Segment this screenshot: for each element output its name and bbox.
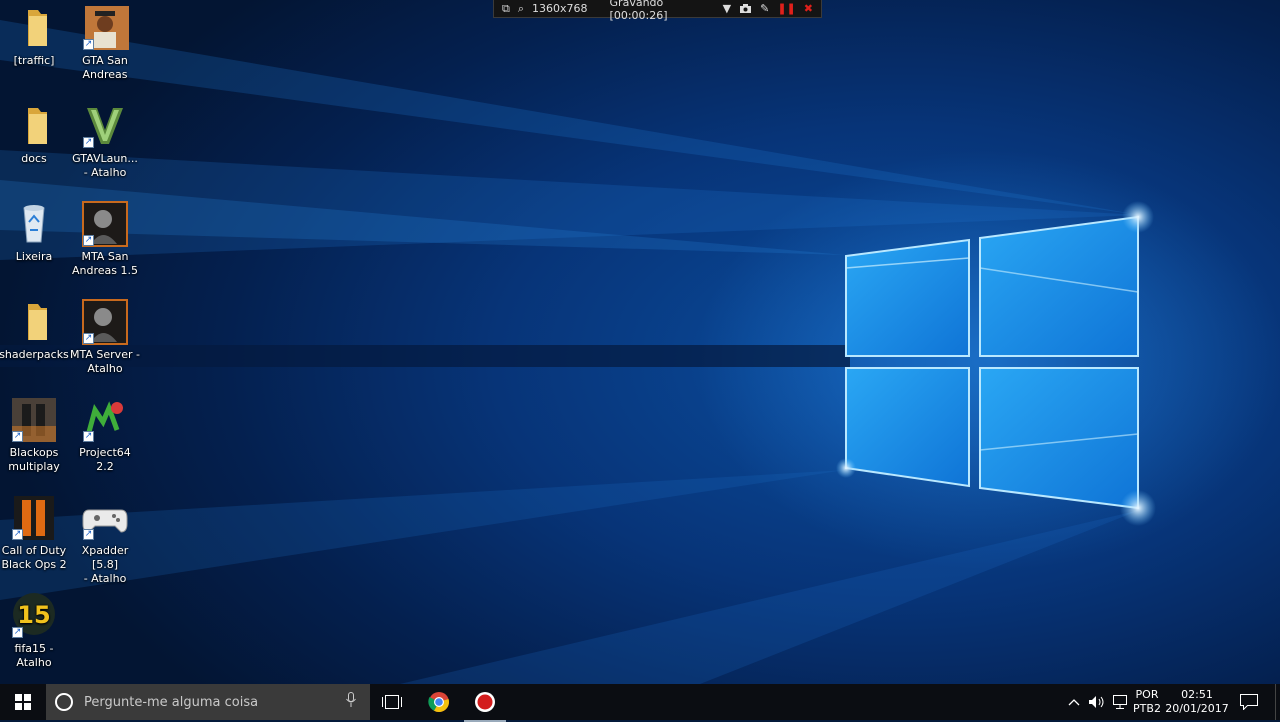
shortcut-arrow-icon: ↗ xyxy=(12,627,23,638)
notification-icon xyxy=(1240,694,1258,710)
icon-label: Lixeira xyxy=(15,250,53,263)
shortcut-arrow-icon: ↗ xyxy=(12,529,23,540)
task-view-icon xyxy=(382,695,402,709)
shortcut-arrow-icon: ↗ xyxy=(83,529,94,540)
icon-label: Andreas 1.5 xyxy=(72,264,138,277)
icon-label: MTA San xyxy=(81,250,129,263)
chrome-taskbar-button[interactable] xyxy=(418,684,460,720)
desktop-icon-traffic[interactable]: [traffic] xyxy=(0,4,70,68)
desktop-icon-project64[interactable]: ↗ Project64 2.2 xyxy=(69,396,141,474)
icon-label: GTAVLaun... xyxy=(72,152,138,165)
icon-label: Atalho xyxy=(16,656,52,669)
black-ops-icon: ↗ xyxy=(10,396,58,444)
pencil-icon[interactable]: ✎ xyxy=(760,2,769,16)
window-mode-icon[interactable]: ⧉ xyxy=(502,2,510,16)
icon-label: Black Ops 2 xyxy=(1,558,67,571)
desktop-icon-lixeira[interactable]: Lixeira xyxy=(0,200,70,264)
icon-label: Andreas xyxy=(82,68,128,81)
clock-date: 20/01/2017 xyxy=(1165,702,1229,715)
recording-status: Gravando [00:00:26] xyxy=(609,0,668,22)
volume-icon[interactable] xyxy=(1086,684,1108,720)
shortcut-arrow-icon: ↗ xyxy=(83,431,94,442)
microphone-icon[interactable] xyxy=(346,692,356,712)
fifa-badge-text: 15 xyxy=(17,601,50,629)
gta-san-andreas-icon: ↗ xyxy=(81,4,129,52)
desktop-icon-xpadder[interactable]: ↗ Xpadder [5.8] - Atalho xyxy=(69,494,141,586)
desktop-icon-shaderpacks[interactable]: shaderpacks xyxy=(0,298,70,362)
desktop-icon-gta-san-andreas[interactable]: ↗ GTA San Andreas xyxy=(69,4,141,82)
black-ops-2-icon: ↗ xyxy=(10,494,58,542)
language-code: POR xyxy=(1135,688,1159,701)
shortcut-arrow-icon: ↗ xyxy=(83,333,94,344)
desktop-icon-fifa15[interactable]: 15 ↗ fifa15 - Atalho xyxy=(0,592,70,670)
windows-logo-icon xyxy=(15,694,31,710)
input-language-indicator[interactable]: POR PTB2 xyxy=(1132,684,1162,720)
camera-icon[interactable] xyxy=(739,2,752,16)
folder-icon xyxy=(10,298,58,346)
search-placeholder: Pergunte-me alguma coisa xyxy=(84,694,259,710)
icon-label: MTA Server - xyxy=(70,348,140,361)
project64-icon: ↗ xyxy=(81,396,129,444)
clock-time: 02:51 xyxy=(1181,688,1213,701)
icon-label: Atalho xyxy=(87,362,123,375)
show-hidden-icons-chevron-icon[interactable] xyxy=(1064,684,1084,720)
desktop-icon-mta-server[interactable]: ↗ MTA Server - Atalho xyxy=(69,298,141,376)
taskbar: Pergunte-me alguma coisa POR PTB2 02:51 … xyxy=(0,684,1280,722)
cortana-search-box[interactable]: Pergunte-me alguma coisa xyxy=(46,684,370,720)
recorder-resolution: 1360x768 xyxy=(532,2,588,15)
icon-label: Project64 2.2 xyxy=(79,446,131,473)
desktop-icon-mta-san-andreas[interactable]: ↗ MTA San Andreas 1.5 xyxy=(69,200,141,278)
recorder-toolbar: ⧉ ⌕ 1360x768 Gravando [00:00:26] ▼ ✎ ❚❚ … xyxy=(493,0,822,22)
icon-label: docs xyxy=(21,152,47,165)
recycle-bin-icon xyxy=(10,200,58,248)
recorder-taskbar-button[interactable] xyxy=(464,684,506,722)
desktop-icon-docs[interactable]: docs xyxy=(0,102,70,166)
desktop-icon-gtav-launcher[interactable]: ↗ GTAVLaun... - Atalho xyxy=(69,102,141,180)
zoom-icon[interactable]: ⌕ xyxy=(518,2,524,16)
dropdown-arrow-icon[interactable]: ▼ xyxy=(723,2,731,16)
chrome-icon xyxy=(428,692,449,713)
gamepad-icon: ↗ xyxy=(81,494,129,542)
desktop-icon-call-of-duty-bo2[interactable]: ↗ Call of Duty Black Ops 2 xyxy=(0,494,70,572)
desktop-icon-blackops-multiplay[interactable]: ↗ Blackops multiplay xyxy=(0,396,70,474)
shortcut-arrow-icon: ↗ xyxy=(83,137,94,148)
shortcut-arrow-icon: ↗ xyxy=(12,431,23,442)
desktop: [traffic] ↗ GTA San Andreas docs ↗ GTAVL… xyxy=(0,0,1280,684)
task-view-button[interactable] xyxy=(372,684,412,720)
shortcut-arrow-icon: ↗ xyxy=(83,235,94,246)
icon-label: shaderpacks xyxy=(0,348,69,361)
icon-label: - Atalho xyxy=(83,572,127,585)
icon-label: GTA San xyxy=(82,54,128,67)
icon-label: multiplay xyxy=(8,460,60,473)
folder-icon xyxy=(10,4,58,52)
keyboard-layout: PTB2 xyxy=(1133,702,1161,715)
action-center-button[interactable] xyxy=(1234,684,1264,720)
icon-label: [traffic] xyxy=(13,54,55,67)
icon-label: Call of Duty xyxy=(1,544,67,557)
folder-icon xyxy=(10,102,58,150)
windows-logo-wallpaper xyxy=(0,20,1156,684)
pause-icon[interactable]: ❚❚ xyxy=(777,2,795,16)
icon-label: fifa15 - xyxy=(14,642,54,655)
icon-label: Blackops xyxy=(9,446,59,459)
fifa15-icon: 15 ↗ xyxy=(10,592,58,640)
icon-label: Xpadder [5.8] xyxy=(81,544,129,571)
icon-label: - Atalho xyxy=(83,166,127,179)
mta-icon: ↗ xyxy=(81,298,129,346)
mta-icon: ↗ xyxy=(81,200,129,248)
cortana-circle-icon xyxy=(55,693,73,711)
stop-icon[interactable]: ✖ xyxy=(804,2,813,16)
clock[interactable]: 02:51 20/01/2017 xyxy=(1165,684,1229,720)
start-button[interactable] xyxy=(0,684,46,720)
record-icon xyxy=(475,692,495,712)
network-icon[interactable] xyxy=(1109,684,1131,720)
shortcut-arrow-icon: ↗ xyxy=(83,39,94,50)
gta-v-icon: ↗ xyxy=(81,102,129,150)
show-desktop-button[interactable] xyxy=(1275,684,1280,720)
